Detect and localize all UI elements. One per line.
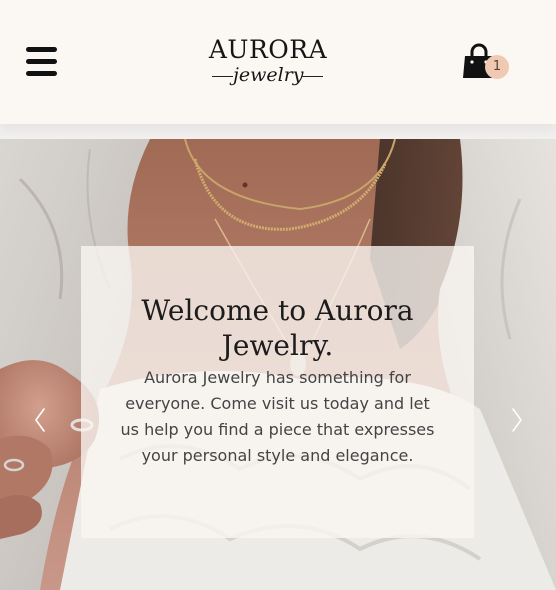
hero-title: Welcome to Aurora Jewelry. [141, 294, 414, 362]
logo-subtitle-row: jewelry [198, 63, 338, 87]
cart-count-badge: 1 [485, 55, 509, 79]
site-header: AURORA jewelry 1 [0, 0, 556, 124]
chevron-left-icon [35, 408, 45, 432]
logo-divider-right [302, 76, 323, 77]
carousel-next-button[interactable] [504, 403, 530, 437]
menu-button[interactable] [24, 44, 60, 78]
page: AURORA jewelry 1 Welcome to Aurora Jewel… [0, 0, 556, 590]
header-shadow-gap [0, 124, 556, 139]
chevron-right-icon [512, 408, 522, 432]
cart-button[interactable]: 1 [460, 40, 512, 82]
hero-description: Aurora Jewelry has something for everyon… [120, 368, 435, 465]
logo-subtitle: jewelry [233, 64, 304, 86]
carousel-prev-button[interactable] [27, 403, 53, 437]
logo-divider-left [212, 76, 233, 77]
hero-text-card: Welcome to Aurora Jewelry. Aurora Jewelr… [81, 246, 474, 538]
brand-logo[interactable]: AURORA jewelry [198, 36, 338, 92]
hero-banner: Welcome to Aurora Jewelry. Aurora Jewelr… [0, 139, 556, 590]
logo-title: AURORA [208, 35, 328, 64]
